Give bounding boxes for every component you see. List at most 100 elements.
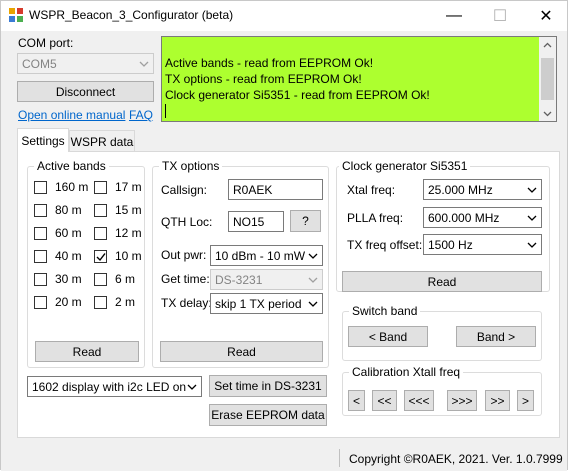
band-checkbox[interactable]: 15 m — [94, 203, 142, 217]
band-checkbox[interactable]: 2 m — [94, 295, 135, 309]
checkbox-box[interactable] — [34, 180, 47, 194]
title-bar: WSPR_Beacon_3_Configurator (beta) — ☐ ✕ — [1, 1, 567, 31]
get-time-value: DS-3231 — [215, 272, 263, 287]
chevron-down-icon — [527, 187, 537, 193]
checkbox-box[interactable] — [34, 272, 47, 286]
chevron-down-icon — [527, 242, 537, 248]
switch-band-title: Switch band — [349, 304, 421, 318]
band-label: 10 m — [115, 249, 142, 263]
plla-freq-label: PLLA freq: — [347, 211, 404, 225]
chevron-down-icon — [527, 215, 537, 221]
tx-delay-select[interactable]: skip 1 TX period — [210, 293, 323, 314]
band-label: 30 m — [55, 272, 82, 286]
calibration-button[interactable]: >> — [485, 390, 510, 411]
active-bands-group: Active bands 160 m 17 m 80 m 15 m 60 m 12 m 40… — [27, 159, 145, 368]
online-manual-link[interactable]: Open online manual — [18, 108, 125, 122]
calibration-button[interactable]: << — [372, 390, 397, 411]
band-label: 17 m — [115, 180, 142, 194]
qth-input[interactable]: NO15 — [228, 211, 284, 232]
band-label: 80 m — [55, 203, 82, 217]
checkbox-box[interactable] — [34, 226, 47, 240]
com-port-value: COM5 — [22, 56, 57, 71]
band-checkbox[interactable]: 20 m — [34, 295, 82, 309]
disconnect-button[interactable]: Disconnect — [17, 81, 154, 102]
calibration-button[interactable]: < — [348, 390, 365, 411]
checkbox-box[interactable] — [34, 203, 47, 217]
next-band-button[interactable]: Band > — [456, 326, 536, 347]
calibration-group: Calibration Xtall freq < << <<< >>> >> > — [342, 365, 542, 416]
tx-read-button[interactable]: Read — [160, 341, 323, 362]
window-title: WSPR_Beacon_3_Configurator (beta) — [29, 8, 234, 22]
erase-eeprom-button[interactable]: Erase EEPROM data — [209, 404, 327, 426]
callsign-label: Callsign: — [161, 183, 208, 197]
bands-read-button[interactable]: Read — [35, 341, 139, 362]
com-port-select[interactable]: COM5 — [17, 53, 154, 74]
calibration-button[interactable]: >>> — [447, 390, 477, 411]
plla-freq-select[interactable]: 600.000 MHz — [423, 207, 542, 228]
band-checkbox[interactable]: 160 m — [34, 180, 88, 194]
checkbox-box[interactable] — [34, 249, 47, 263]
xtal-freq-label: Xtal freq: — [347, 183, 396, 197]
callsign-input[interactable]: R0AEK — [228, 179, 323, 200]
band-checkbox[interactable]: 60 m — [34, 226, 82, 240]
prev-band-button[interactable]: < Band — [348, 326, 428, 347]
active-bands-title: Active bands — [34, 159, 109, 173]
band-label: 6 m — [115, 272, 136, 286]
scrollbar-thumb[interactable] — [541, 58, 554, 100]
chevron-down-icon — [139, 61, 149, 67]
display-mode-select[interactable]: 1602 display with i2c LED on — [27, 376, 202, 397]
text-caret — [165, 104, 166, 118]
maximize-button[interactable]: ☐ — [477, 1, 523, 31]
set-time-button[interactable]: Set time in DS-3231 — [209, 375, 327, 397]
band-label: 60 m — [55, 226, 82, 240]
checkbox-box[interactable] — [94, 180, 107, 194]
calibration-button[interactable]: <<< — [404, 390, 434, 411]
band-checkbox[interactable]: 40 m — [34, 249, 82, 263]
calibration-button[interactable]: > — [517, 390, 534, 411]
display-mode-value: 1602 display with i2c LED on — [32, 379, 187, 394]
chevron-down-icon — [187, 384, 197, 390]
tab-settings[interactable]: Settings — [17, 128, 69, 152]
status-log[interactable]: Active bands - read from EEPROM Ok! TX o… — [161, 36, 557, 122]
chevron-down-icon — [308, 277, 318, 283]
qth-label: QTH Loc: — [161, 215, 213, 229]
band-checkbox[interactable]: 17 m — [94, 180, 142, 194]
checkbox-box[interactable] — [94, 295, 107, 309]
log-scrollbar[interactable] — [539, 37, 556, 121]
band-checkbox[interactable]: 80 m — [34, 203, 82, 217]
tx-options-title: TX options — [159, 159, 223, 173]
band-checkbox[interactable]: 12 m — [94, 226, 142, 240]
log-line: Active bands - read from EEPROM Ok! — [165, 56, 374, 70]
band-label: 15 m — [115, 203, 142, 217]
out-pwr-select[interactable]: 10 dBm - 10 mW — [210, 245, 323, 266]
tx-freq-offset-select[interactable]: 1500 Hz — [423, 234, 542, 255]
minimize-button[interactable]: — — [431, 1, 477, 31]
checkbox-box[interactable] — [94, 272, 107, 286]
status-divider — [339, 449, 340, 467]
tab-wspr-data[interactable]: WSPR data — [69, 130, 135, 152]
faq-link[interactable]: FAQ — [129, 108, 153, 122]
checkbox-box[interactable] — [94, 226, 107, 240]
close-button[interactable]: ✕ — [523, 1, 569, 31]
calibration-title: Calibration Xtall freq — [349, 365, 464, 379]
band-label: 12 m — [115, 226, 142, 240]
chevron-down-icon — [308, 253, 318, 259]
get-time-select[interactable]: DS-3231 — [210, 269, 323, 290]
band-checkbox[interactable]: 10 m — [94, 249, 142, 263]
tx-delay-value: skip 1 TX period — [215, 296, 302, 311]
tx-options-group: TX options Callsign: R0AEK QTH Loc: NO15… — [152, 159, 329, 368]
scroll-up-icon[interactable] — [543, 42, 552, 49]
status-bar: Copyright ©R0AEK, 2021. Ver. 1.0.7999 — [1, 447, 567, 471]
clock-read-button[interactable]: Read — [342, 271, 542, 292]
get-time-label: Get time: — [161, 272, 210, 286]
checkbox-box[interactable] — [94, 203, 107, 217]
band-checkbox[interactable]: 6 m — [94, 272, 135, 286]
settings-panel: Active bands 160 m 17 m 80 m 15 m 60 m 12 m 40… — [17, 151, 560, 438]
qth-help-button[interactable]: ? — [290, 210, 321, 232]
band-checkbox[interactable]: 30 m — [34, 272, 82, 286]
xtal-freq-select[interactable]: 25.000 MHz — [423, 179, 542, 200]
scroll-down-icon[interactable] — [543, 110, 552, 117]
checkbox-box[interactable] — [34, 295, 47, 309]
band-label: 20 m — [55, 295, 82, 309]
checkbox-box[interactable] — [94, 249, 107, 263]
